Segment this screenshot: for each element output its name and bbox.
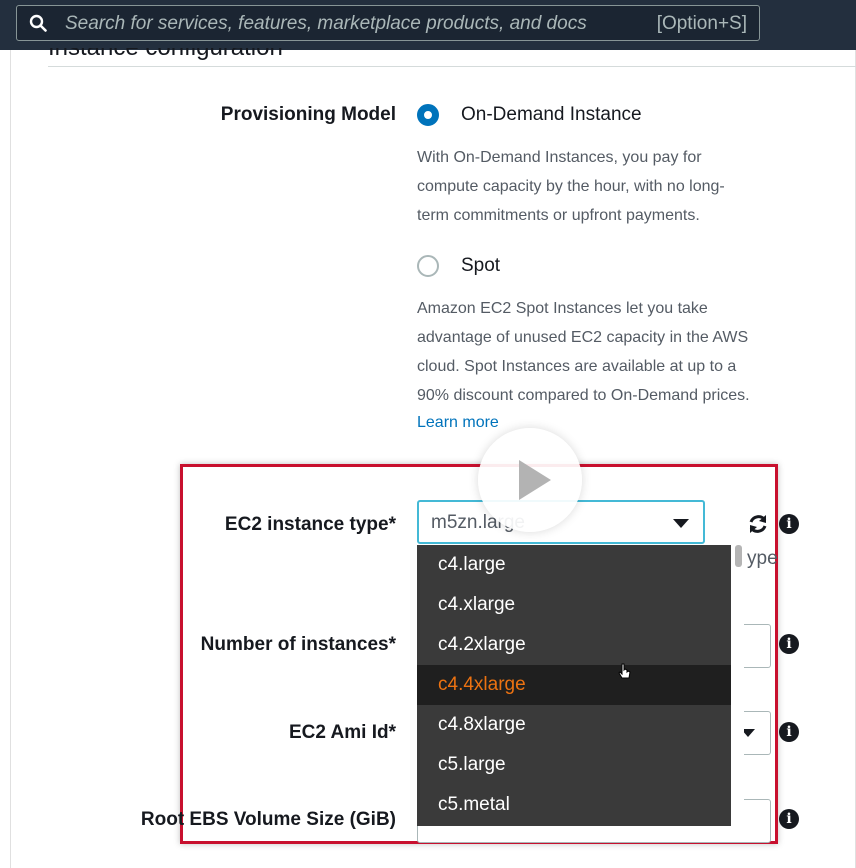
info-icon[interactable]: i — [779, 722, 799, 742]
radio-spot[interactable] — [417, 255, 439, 277]
search-input[interactable]: Search for services, features, marketpla… — [16, 5, 760, 41]
info-icon[interactable]: i — [779, 809, 799, 829]
play-button[interactable] — [478, 428, 582, 532]
dropdown-option[interactable]: c4.2xlarge — [417, 625, 731, 665]
description-line: compute capacity by the hour, with no lo… — [417, 178, 725, 195]
description-line: Amazon EC2 Spot Instances let you take — [417, 300, 708, 317]
radio-on-demand-label[interactable]: On-Demand Instance — [461, 104, 642, 126]
instance-type-hint-partial: ype — [747, 548, 778, 569]
dropdown-option[interactable]: c5.metal — [417, 785, 731, 825]
radio-on-demand[interactable] — [417, 104, 439, 126]
ebs-size-label: Root EBS Volume Size (GiB) — [140, 809, 396, 830]
search-shortcut: [Option+S] — [656, 13, 747, 34]
dropdown-option[interactable]: c5.large — [417, 745, 731, 785]
top-navigation-bar: Search for services, features, marketpla… — [0, 0, 856, 50]
search-icon — [29, 14, 47, 32]
dropdown-option[interactable]: c4.8xlarge — [417, 705, 731, 745]
dropdown-scrollbar[interactable] — [731, 545, 744, 826]
refresh-icon[interactable] — [746, 512, 770, 536]
instance-type-dropdown: c4.large c4.xlarge c4.2xlarge c4.4xlarge… — [417, 545, 731, 826]
panel-left-edge — [10, 50, 11, 868]
description-line: cloud. Spot Instances are available at u… — [417, 358, 737, 375]
description-line: 90% discount compared to On-Demand price… — [417, 387, 750, 404]
spot-description: Amazon EC2 Spot Instances let you take a… — [417, 294, 777, 410]
num-instances-label: Number of instances* — [200, 634, 396, 655]
radio-spot-label[interactable]: Spot — [461, 255, 500, 277]
learn-more-link[interactable]: Learn more — [417, 414, 499, 432]
on-demand-description: With On-Demand Instances, you pay for co… — [417, 143, 777, 230]
search-placeholder: Search for services, features, marketpla… — [65, 13, 587, 34]
info-icon[interactable]: i — [779, 634, 799, 654]
description-line: advantage of unused EC2 capacity in the … — [417, 329, 749, 346]
pointer-cursor-icon — [618, 663, 631, 679]
caret-down-icon — [673, 519, 689, 528]
info-icon[interactable]: i — [779, 514, 799, 534]
dropdown-option[interactable]: c4.xlarge — [417, 585, 731, 625]
dropdown-scrollbar-thumb[interactable] — [735, 545, 742, 567]
dropdown-option-highlighted[interactable]: c4.4xlarge — [417, 665, 731, 705]
section-divider — [48, 66, 856, 67]
dropdown-option[interactable]: c4.large — [417, 545, 731, 585]
description-line: With On-Demand Instances, you pay for — [417, 149, 702, 166]
ami-id-label: EC2 Ami Id* — [289, 722, 396, 743]
description-line: term commitments or upfront payments. — [417, 207, 700, 224]
play-icon — [519, 460, 551, 500]
provisioning-model-label: Provisioning Model — [220, 104, 396, 125]
instance-type-label: EC2 instance type* — [224, 514, 396, 535]
